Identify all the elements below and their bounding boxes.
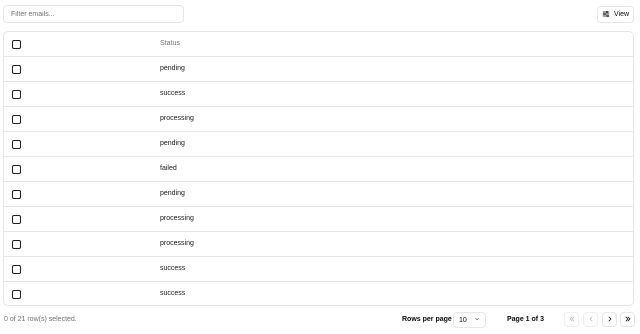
sliders-icon	[602, 10, 610, 20]
last-page-button[interactable]	[620, 312, 635, 327]
status-cell: pending	[160, 65, 185, 72]
status-cell: processing	[160, 240, 194, 247]
row-checkbox[interactable]	[12, 215, 21, 224]
view-button[interactable]: View	[597, 6, 634, 23]
page-info: Page 1 of 3	[507, 316, 544, 323]
row-checkbox[interactable]	[12, 190, 21, 199]
select-all-checkbox[interactable]	[12, 40, 21, 49]
row-checkbox[interactable]	[12, 290, 21, 299]
table-row: pending	[4, 182, 633, 207]
row-checkbox[interactable]	[12, 265, 21, 274]
table-header-row: Status	[4, 32, 633, 57]
status-cell: success	[160, 290, 186, 297]
status-cell: failed	[160, 165, 177, 172]
status-cell: pending	[160, 140, 185, 147]
chevrons-left-icon	[568, 315, 576, 325]
filter-emails-input[interactable]	[3, 5, 184, 23]
table-row: failed	[4, 157, 633, 182]
rows-per-page-label: Rows per page	[402, 316, 452, 323]
status-cell: processing	[160, 115, 194, 122]
table-row: success	[4, 282, 633, 305]
table-row: success	[4, 257, 633, 282]
row-checkbox[interactable]	[12, 140, 21, 149]
row-checkbox[interactable]	[12, 240, 21, 249]
status-cell: processing	[160, 215, 194, 222]
previous-page-button[interactable]	[583, 312, 598, 327]
table-row: pending	[4, 57, 633, 82]
chevron-down-icon	[474, 316, 480, 324]
row-checkbox[interactable]	[12, 165, 21, 174]
status-cell: success	[160, 90, 186, 97]
next-page-button[interactable]	[602, 312, 617, 327]
first-page-button[interactable]	[564, 312, 579, 327]
chevron-right-icon	[606, 315, 614, 325]
row-checkbox[interactable]	[12, 90, 21, 99]
chevron-left-icon	[587, 315, 595, 325]
chevrons-right-icon	[624, 315, 632, 325]
table-row: success	[4, 82, 633, 107]
table-row: processing	[4, 107, 633, 132]
status-cell: pending	[160, 190, 185, 197]
view-button-label: View	[613, 11, 630, 18]
selected-rows-text: 0 of 21 row(s) selected.	[4, 316, 77, 323]
data-table: Status pending success processing pendin…	[3, 31, 634, 306]
rows-per-page-value: 10	[459, 316, 467, 324]
table-row: processing	[4, 232, 633, 257]
table-row: pending	[4, 132, 633, 157]
table-row: processing	[4, 207, 633, 232]
status-cell: success	[160, 265, 186, 272]
row-checkbox[interactable]	[12, 65, 21, 74]
status-column-header[interactable]: Status	[160, 32, 180, 56]
rows-per-page-select[interactable]: 10	[453, 312, 486, 328]
row-checkbox[interactable]	[12, 115, 21, 124]
